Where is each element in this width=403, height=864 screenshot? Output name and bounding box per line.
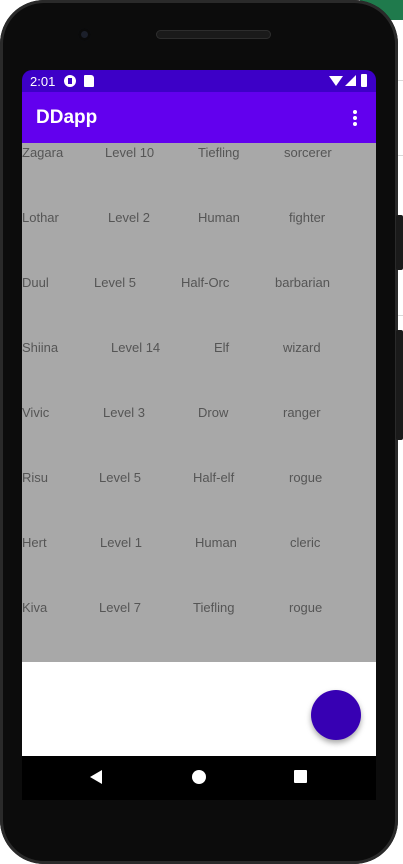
status-time: 2:01: [30, 74, 56, 89]
character-race: Human: [198, 210, 240, 225]
sd-card-icon: [84, 75, 94, 87]
status-bar: 2:01: [22, 70, 376, 92]
character-race: Half-elf: [193, 470, 235, 485]
character-race: Half-Orc: [181, 275, 230, 290]
character-row[interactable]: Risu Level 5 Half-elf rogue: [22, 470, 376, 490]
signal-icon: [345, 75, 356, 86]
fab-button[interactable]: [311, 690, 361, 740]
recents-icon[interactable]: [294, 770, 307, 783]
character-level: Level 7: [99, 600, 141, 615]
character-name: Hert: [22, 535, 47, 550]
character-list: Zagara Level 10 Tiefling sorcerer Lothar…: [22, 143, 376, 662]
character-race: Human: [195, 535, 237, 550]
character-race: Tiefling: [198, 145, 240, 160]
character-level: Level 10: [105, 145, 155, 160]
character-level: Level 3: [103, 405, 145, 420]
volume-button: [396, 215, 403, 270]
character-name: Kiva: [22, 600, 48, 615]
character-level: Level 2: [108, 210, 150, 225]
power-button: [396, 330, 403, 440]
character-name: Duul: [22, 275, 49, 290]
character-class: rogue: [289, 470, 323, 485]
character-class: wizard: [283, 340, 321, 355]
device-screen: 2:01 DDapp Zagara Level 10 Tiefling sorc…: [22, 70, 376, 756]
character-class: rogue: [289, 600, 323, 615]
character-class: ranger: [283, 405, 321, 420]
character-row[interactable]: Vivic Level 3 Drow ranger: [22, 405, 376, 425]
character-name: Zagara: [22, 145, 64, 160]
home-icon[interactable]: [192, 770, 206, 784]
app-bar: DDapp: [22, 92, 376, 143]
character-name: Shiina: [22, 340, 59, 355]
back-icon[interactable]: [90, 770, 102, 784]
character-level: Level 1: [100, 535, 142, 550]
character-row[interactable]: Kiva Level 7 Tiefling rogue: [22, 600, 376, 620]
battery-icon: [361, 74, 367, 87]
character-class: fighter: [289, 210, 326, 225]
earpiece-speaker: [156, 30, 271, 39]
character-name: Lothar: [22, 210, 59, 225]
notification-icon: [64, 75, 76, 87]
character-class: sorcerer: [284, 145, 332, 160]
character-level: Level 5: [94, 275, 136, 290]
character-row[interactable]: Lothar Level 2 Human fighter: [22, 210, 376, 230]
character-level: Level 14: [111, 340, 161, 355]
front-camera: [78, 28, 91, 41]
app-title: DDapp: [36, 107, 98, 128]
character-class: cleric: [290, 535, 321, 550]
wifi-icon: [329, 76, 343, 86]
character-row[interactable]: Hert Level 1 Human cleric: [22, 535, 376, 555]
more-vert-icon[interactable]: [351, 110, 359, 128]
character-race: Elf: [214, 340, 230, 355]
character-row[interactable]: Shiina Level 14 Elf wizard: [22, 340, 376, 360]
character-name: Vivic: [22, 405, 50, 420]
character-race: Drow: [198, 405, 229, 420]
character-name: Risu: [22, 470, 49, 485]
character-level: Level 5: [99, 470, 141, 485]
character-row[interactable]: Duul Level 5 Half-Orc barbarian: [22, 275, 376, 295]
system-nav-bar: [22, 756, 376, 800]
character-class: barbarian: [275, 275, 330, 290]
character-race: Tiefling: [193, 600, 235, 615]
character-row[interactable]: Zagara Level 10 Tiefling sorcerer: [22, 145, 376, 165]
